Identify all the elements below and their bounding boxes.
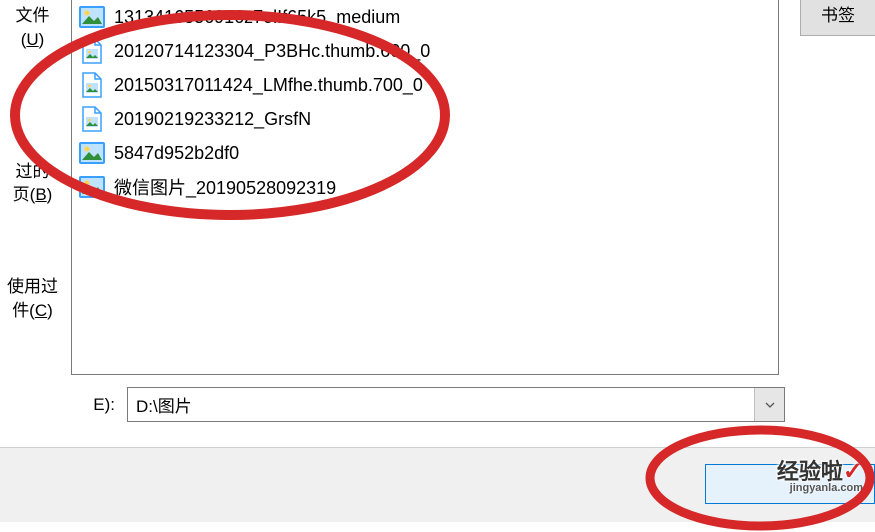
sidebar-item-recent-files[interactable]: 使用过 件(C) bbox=[0, 271, 65, 327]
image-icon bbox=[78, 139, 106, 167]
sidebar-accel: 件(C) bbox=[0, 299, 65, 323]
bottom-bar bbox=[0, 447, 875, 522]
file-row[interactable]: 20120714123304_P3BHc.thumb.600_0 bbox=[72, 34, 778, 68]
image-icon bbox=[78, 173, 106, 201]
file-row[interactable]: 20190219233212_GrsfN bbox=[72, 102, 778, 136]
bookmark-button[interactable]: 书签 bbox=[800, 0, 875, 36]
file-name: 20120714123304_P3BHc.thumb.600_0 bbox=[114, 41, 430, 62]
sidebar-label: 过的 bbox=[16, 162, 50, 181]
bookmark-label: 书签 bbox=[821, 6, 855, 25]
file-list[interactable]: 1313416556916z7olIf65k5_medium 2012071412… bbox=[71, 0, 779, 375]
path-label: E): bbox=[65, 395, 115, 415]
sidebar-item-file[interactable]: 文件 (U) bbox=[0, 0, 65, 56]
image-file-icon bbox=[78, 71, 106, 99]
image-file-icon bbox=[78, 105, 106, 133]
sidebar-accel: (U) bbox=[0, 28, 65, 52]
sidebar-label: 文件 bbox=[16, 6, 50, 25]
image-file-icon bbox=[78, 37, 106, 65]
path-combobox[interactable] bbox=[127, 387, 785, 422]
file-row[interactable]: 1313416556916z7olIf65k5_medium bbox=[72, 0, 778, 34]
path-dropdown-button[interactable] bbox=[754, 388, 784, 421]
image-icon bbox=[78, 3, 106, 31]
sidebar-accel: 页(B) bbox=[0, 183, 65, 207]
chevron-down-icon bbox=[764, 399, 776, 411]
file-row[interactable]: 5847d952b2df0 bbox=[72, 136, 778, 170]
sidebar-item-recent-pages[interactable]: 过的 页(B) bbox=[0, 156, 65, 212]
confirm-button[interactable] bbox=[705, 464, 875, 504]
file-name: 20190219233212_GrsfN bbox=[114, 109, 311, 130]
sidebar-label: 使用过 bbox=[7, 277, 58, 296]
file-row[interactable]: 微信图片_20190528092319 bbox=[72, 170, 778, 204]
file-name: 微信图片_20190528092319 bbox=[114, 174, 336, 200]
file-name: 1313416556916z7olIf65k5_medium bbox=[114, 7, 400, 28]
file-name: 20150317011424_LMfhe.thumb.700_0 bbox=[114, 75, 423, 96]
file-name: 5847d952b2df0 bbox=[114, 143, 239, 164]
path-input[interactable] bbox=[128, 388, 754, 421]
file-row[interactable]: 20150317011424_LMfhe.thumb.700_0 bbox=[72, 68, 778, 102]
